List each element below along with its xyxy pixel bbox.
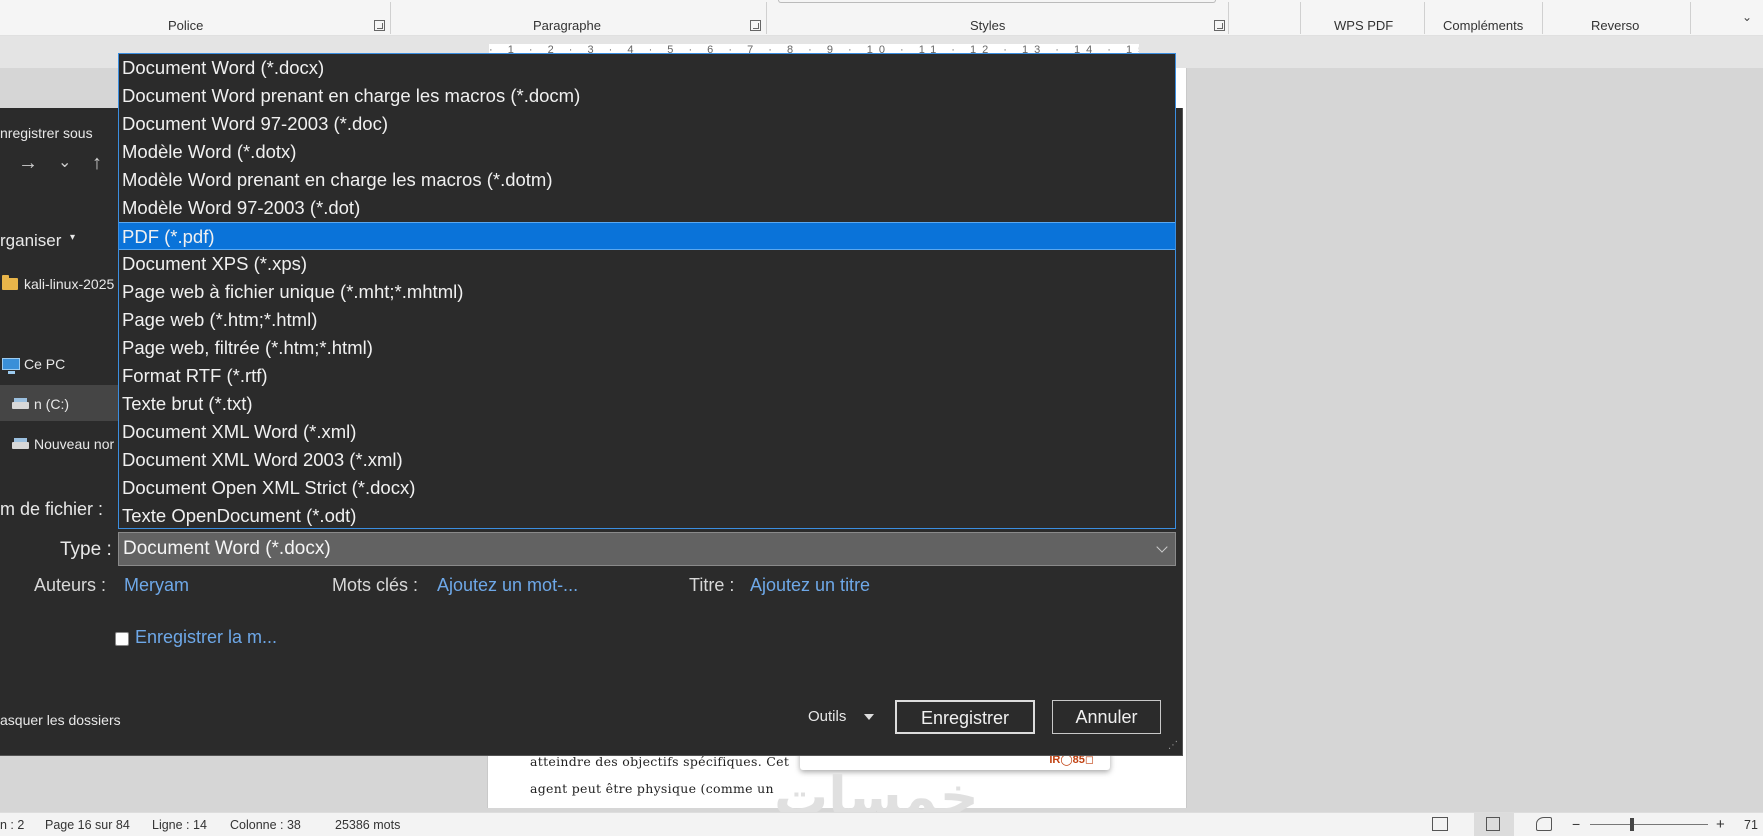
ribbon-group-paragraphe: Paragraphe [390, 0, 766, 36]
file-type-option[interactable]: Modèle Word 97-2003 (*.dot) [119, 194, 1175, 222]
dialog-launcher-icon[interactable] [1214, 20, 1225, 31]
file-type-option[interactable]: Document XML Word (*.xml) [119, 418, 1175, 446]
file-type-dropdown-list[interactable]: Document Word (*.docx) Document Word pren… [118, 53, 1176, 529]
zoom-slider-thumb[interactable] [1630, 818, 1634, 831]
web-layout-icon[interactable] [1536, 817, 1552, 831]
folder-icon [2, 275, 18, 290]
file-type-option[interactable]: Document XML Word 2003 (*.xml) [119, 446, 1175, 474]
ribbon-group-styles: Styles [766, 0, 1228, 36]
keywords-label: Mots clés : [332, 575, 419, 595]
ribbon-tab-reverso[interactable]: Reverso [1542, 0, 1690, 36]
file-type-option[interactable]: Document Word (*.docx) [119, 54, 1175, 82]
chevron-down-icon[interactable]: ⌄ [58, 152, 71, 172]
document-text-line: agent peut être physique (comme un [530, 781, 774, 796]
drive-icon [12, 438, 29, 449]
tools-menu[interactable]: Outils [808, 708, 846, 725]
ribbon-group-label: Compléments [1443, 18, 1524, 33]
status-column: Colonne : 38 [230, 818, 301, 832]
ribbon-group-label: Reverso [1591, 18, 1640, 33]
file-type-option[interactable]: Document Open XML Strict (*.docx) [119, 474, 1175, 502]
save-thumbnail-checkbox[interactable] [115, 632, 129, 646]
sidebar-item-kali-linux[interactable]: kali-linux-2025 [0, 268, 120, 302]
file-type-value: Document Word (*.docx) [123, 538, 331, 559]
dialog-launcher-icon[interactable] [750, 20, 761, 31]
sidebar-item-label: Ce PC [24, 356, 66, 372]
computer-icon [2, 358, 20, 374]
zoom-out-button[interactable]: − [1572, 816, 1580, 832]
document-text-line: atteindre des objectifs spécifiques. Cet [530, 754, 790, 769]
file-type-option[interactable]: Document Word 97-2003 (*.doc) [119, 110, 1175, 138]
file-type-option[interactable]: Format RTF (*.rtf) [119, 362, 1175, 390]
up-arrow-icon[interactable]: ↑ [92, 152, 102, 175]
ribbon-tab-wps-pdf[interactable]: WPS PDF [1300, 0, 1424, 36]
status-line: Ligne : 14 [152, 818, 207, 832]
file-type-option[interactable]: Texte brut (*.txt) [119, 390, 1175, 418]
file-type-select[interactable]: Document Word (*.docx) [118, 532, 1176, 566]
file-type-option[interactable]: Page web à fichier unique (*.mht;*.mhtml… [119, 278, 1175, 306]
sidebar-item-label: n (C:) [34, 396, 69, 412]
status-page[interactable]: Page 16 sur 84 [45, 818, 130, 832]
dialog-title: nregistrer sous [0, 125, 93, 141]
zoom-level[interactable]: 71 [1744, 818, 1758, 832]
type-label: Type : [60, 539, 112, 560]
ribbon: Police Paragraphe Styles WPS PDF Complém… [0, 0, 1763, 36]
chevron-down-icon[interactable] [1156, 541, 1168, 553]
status-word-count[interactable]: 25386 mots [335, 818, 400, 832]
authors-label: Auteurs : [34, 575, 107, 595]
dialog-launcher-icon[interactable] [374, 20, 385, 31]
file-type-option[interactable]: PDF (*.pdf) [119, 222, 1175, 250]
file-type-option[interactable]: Page web (*.htm;*.html) [119, 306, 1175, 334]
divider [1690, 2, 1691, 34]
sidebar-item-label: Nouveau nor [34, 436, 115, 452]
drive-icon [12, 398, 29, 409]
sidebar-item-label: kali-linux-2025 [24, 276, 115, 292]
ribbon-group-label: Styles [970, 18, 1006, 33]
title-field[interactable]: Ajoutez un titre [750, 575, 870, 596]
keywords-field[interactable]: Ajoutez un mot-... [437, 575, 578, 596]
file-type-option[interactable]: Modèle Word (*.dotx) [119, 138, 1175, 166]
authors-field[interactable]: Meryam [124, 575, 189, 596]
ribbon-tab-complements[interactable]: Compléments [1424, 0, 1542, 36]
divider [1228, 2, 1229, 34]
zoom-in-button[interactable]: + [1716, 816, 1725, 833]
ribbon-group-label: Police [168, 18, 204, 33]
save-thumbnail-label[interactable]: Enregistrer la m... [135, 627, 277, 648]
sidebar-item-new-volume[interactable]: Nouveau nor [0, 428, 120, 462]
chevron-down-icon[interactable]: ▾ [70, 232, 75, 243]
sidebar-item-this-pc[interactable]: Ce PC [0, 348, 120, 382]
file-type-option[interactable]: Page web, filtrée (*.htm;*.html) [119, 334, 1175, 362]
hide-folders-toggle[interactable]: asquer les dossiers [0, 712, 121, 728]
filename-label: m de fichier : [0, 499, 104, 519]
sidebar-item-drive-c[interactable]: n (C:) [0, 388, 120, 422]
file-type-option[interactable]: Document Word prenant en charge les macr… [119, 82, 1175, 110]
title-label: Titre : [689, 575, 735, 595]
file-type-option[interactable]: Document XPS (*.xps) [119, 250, 1175, 278]
save-button[interactable]: Enregistrer [895, 700, 1035, 734]
forward-arrow-icon[interactable]: → [18, 152, 38, 175]
status-bar: n : 2 Page 16 sur 84 Ligne : 14 Colonne … [0, 812, 1763, 836]
chevron-down-icon[interactable] [864, 714, 874, 720]
ribbon-group-label: Paragraphe [533, 18, 601, 33]
organize-menu[interactable]: rganiser [0, 231, 61, 251]
chevron-down-icon[interactable]: ⌄ [1742, 10, 1752, 24]
cancel-button[interactable]: Annuler [1052, 700, 1161, 734]
ribbon-group-label: WPS PDF [1334, 18, 1394, 33]
file-type-option[interactable]: Texte OpenDocument (*.odt) [119, 502, 1175, 530]
resize-grip-icon[interactable]: ⋰ [1168, 741, 1178, 751]
read-mode-icon[interactable] [1432, 817, 1448, 831]
ribbon-group-police: Police [0, 0, 390, 36]
status-section: n : 2 [0, 818, 25, 832]
file-type-option[interactable]: Modèle Word prenant en charge les macros… [119, 166, 1175, 194]
print-layout-icon[interactable] [1486, 817, 1500, 831]
zoom-slider[interactable] [1590, 824, 1708, 825]
